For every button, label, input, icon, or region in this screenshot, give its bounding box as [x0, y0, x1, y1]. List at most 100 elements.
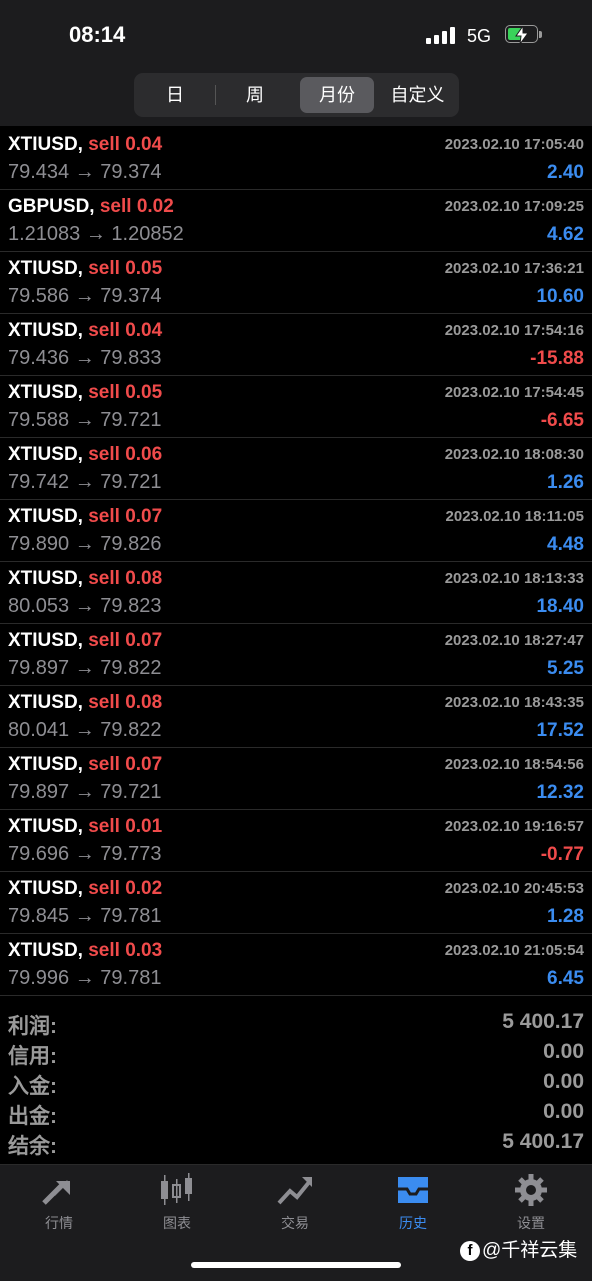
trade-profit: 6.45 [547, 968, 584, 989]
trade-symbol: XTIUSD, [8, 506, 83, 527]
summary-value: 5 400.17 [502, 1130, 584, 1153]
tab-history[interactable]: 历史 [354, 1173, 472, 1235]
trade-symbol-side: XTIUSD, sell 0.06 [8, 444, 162, 466]
tab-day[interactable]: 日 [138, 77, 212, 113]
tab-charts[interactable]: 图表 [118, 1173, 236, 1235]
trade-row[interactable]: XTIUSD, sell 0.01 2023.02.10 19:16:57 79.6… [0, 810, 592, 872]
trade-symbol: XTIUSD, [8, 878, 83, 899]
trade-symbol-side: XTIUSD, sell 0.05 [8, 258, 162, 280]
trade-symbol-side: XTIUSD, sell 0.07 [8, 630, 162, 652]
tab-trade[interactable]: 交易 [236, 1173, 354, 1235]
trade-side-volume: sell 0.06 [88, 444, 163, 465]
summary-row: 利润: 5 400.17 [0, 1008, 592, 1038]
trade-time: 2023.02.10 20:45:53 [444, 880, 584, 897]
trade-side-volume: sell 0.02 [99, 196, 174, 217]
trade-row[interactable]: XTIUSD, sell 0.07 2023.02.10 18:54:56 79.8… [0, 748, 592, 810]
trade-trend-icon [277, 1177, 312, 1205]
trade-symbol: XTIUSD, [8, 444, 83, 465]
summary-row: 信用: 0.00 [0, 1038, 592, 1068]
trade-row[interactable]: XTIUSD, sell 0.04 2023.02.10 17:54:16 79.4… [0, 314, 592, 376]
trade-row[interactable]: XTIUSD, sell 0.08 2023.02.10 18:13:33 80.0… [0, 562, 592, 624]
trade-side-volume: sell 0.07 [88, 754, 163, 775]
trade-profit: 2.40 [547, 162, 584, 183]
trade-prices: 80.053 → 79.823 [8, 595, 162, 617]
trade-profit: 18.40 [536, 596, 584, 617]
trade-symbol: XTIUSD, [8, 692, 83, 713]
trade-symbol: XTIUSD, [8, 320, 83, 341]
candlestick-chart-icon [161, 1173, 192, 1205]
trade-profit: 10.60 [536, 286, 584, 307]
top-header: 08:14 5G 日 周 月份 自定义 [0, 0, 592, 126]
tab-month[interactable]: 月份 [300, 77, 374, 113]
signal-strength-icon [426, 27, 458, 44]
summary-value: 0.00 [543, 1100, 584, 1123]
trade-profit: -15.88 [530, 348, 584, 369]
trade-time: 2023.02.10 21:05:54 [444, 942, 584, 959]
trade-symbol: XTIUSD, [8, 258, 83, 279]
trade-row[interactable]: XTIUSD, sell 0.03 2023.02.10 21:05:54 79.9… [0, 934, 592, 996]
trade-side-volume: sell 0.04 [88, 134, 163, 155]
trade-row[interactable]: XTIUSD, sell 0.05 2023.02.10 17:36:21 79.5… [0, 252, 592, 314]
trade-row[interactable]: XTIUSD, sell 0.06 2023.02.10 18:08:30 79.7… [0, 438, 592, 500]
trade-time: 2023.02.10 18:08:30 [444, 446, 584, 463]
network-type: 5G [467, 26, 492, 46]
trade-side-volume: sell 0.02 [88, 878, 163, 899]
trade-symbol-side: XTIUSD, sell 0.04 [8, 320, 162, 342]
trade-profit: 12.32 [536, 782, 584, 803]
summary-row: 出金: 0.00 [0, 1098, 592, 1128]
trade-row[interactable]: XTIUSD, sell 0.08 2023.02.10 18:43:35 80.0… [0, 686, 592, 748]
trade-time: 2023.02.10 18:13:33 [444, 570, 584, 587]
battery-icon [505, 25, 542, 45]
tab-custom[interactable]: 自定义 [380, 77, 455, 113]
trade-symbol-side: XTIUSD, sell 0.04 [8, 134, 162, 156]
trade-time: 2023.02.10 18:11:05 [445, 508, 584, 525]
trade-prices: 79.897 → 79.822 [8, 657, 162, 679]
trade-symbol-side: XTIUSD, sell 0.01 [8, 816, 162, 838]
trade-row[interactable]: XTIUSD, sell 0.04 2023.02.10 17:05:40 79.4… [0, 128, 592, 190]
summary-row: 结余: 5 400.17 [0, 1128, 592, 1158]
trade-prices: 79.742 → 79.721 [8, 471, 162, 493]
trade-symbol-side: XTIUSD, sell 0.03 [8, 940, 162, 962]
status-time: 08:14 [69, 22, 126, 47]
trade-side-volume: sell 0.07 [88, 630, 163, 651]
trade-symbol-side: XTIUSD, sell 0.07 [8, 506, 162, 528]
trade-symbol: XTIUSD, [8, 754, 83, 775]
trade-prices: 79.890 → 79.826 [8, 533, 162, 555]
trade-prices: 79.845 → 79.781 [8, 905, 162, 927]
trade-symbol: XTIUSD, [8, 940, 83, 961]
summary-label: 利润: [8, 1015, 57, 1038]
tab-quotes[interactable]: 行情 [0, 1173, 118, 1235]
watermark: f @千祥云集 [460, 1235, 577, 1262]
trade-symbol: XTIUSD, [8, 816, 83, 837]
trade-symbol: XTIUSD, [8, 382, 83, 403]
tab-settings[interactable]: 设置 [472, 1173, 590, 1235]
trade-side-volume: sell 0.04 [88, 320, 163, 341]
account-summary: 利润: 5 400.17 信用: 0.00 入金: 0.00 出金: 0.00 结余: 5 400… [0, 1008, 592, 1158]
trade-profit: 4.62 [547, 224, 584, 245]
quotes-arrows-icon [42, 1179, 70, 1205]
trade-symbol-side: GBPUSD, sell 0.02 [8, 196, 174, 218]
home-indicator[interactable] [191, 1262, 401, 1268]
trade-symbol: GBPUSD, [8, 196, 95, 217]
trade-prices: 80.041 → 79.822 [8, 719, 162, 741]
trade-time: 2023.02.10 18:54:56 [444, 756, 584, 773]
trade-row[interactable]: XTIUSD, sell 0.05 2023.02.10 17:54:45 79.5… [0, 376, 592, 438]
trade-prices: 79.588 → 79.721 [8, 409, 162, 431]
trade-side-volume: sell 0.03 [88, 940, 163, 961]
trade-row[interactable]: XTIUSD, sell 0.07 2023.02.10 18:11:05 79.8… [0, 500, 592, 562]
gear-icon [515, 1174, 547, 1206]
trade-profit: 4.48 [547, 534, 584, 555]
trade-symbol-side: XTIUSD, sell 0.05 [8, 382, 162, 404]
summary-value: 0.00 [543, 1070, 584, 1093]
trade-prices: 79.696 → 79.773 [8, 843, 162, 865]
trade-time: 2023.02.10 17:05:40 [444, 136, 584, 153]
trade-row[interactable]: XTIUSD, sell 0.07 2023.02.10 18:27:47 79.8… [0, 624, 592, 686]
trade-time: 2023.02.10 17:54:45 [444, 384, 584, 401]
trade-prices: 79.434 → 79.374 [8, 161, 162, 183]
trade-profit: 1.26 [547, 472, 584, 493]
trade-prices: 79.996 → 79.781 [8, 967, 162, 989]
trade-row[interactable]: XTIUSD, sell 0.02 2023.02.10 20:45:53 79.8… [0, 872, 592, 934]
tab-week[interactable]: 周 [218, 77, 292, 113]
trade-row[interactable]: GBPUSD, sell 0.02 2023.02.10 17:09:25 1.21… [0, 190, 592, 252]
trade-time: 2023.02.10 18:27:47 [444, 632, 584, 649]
